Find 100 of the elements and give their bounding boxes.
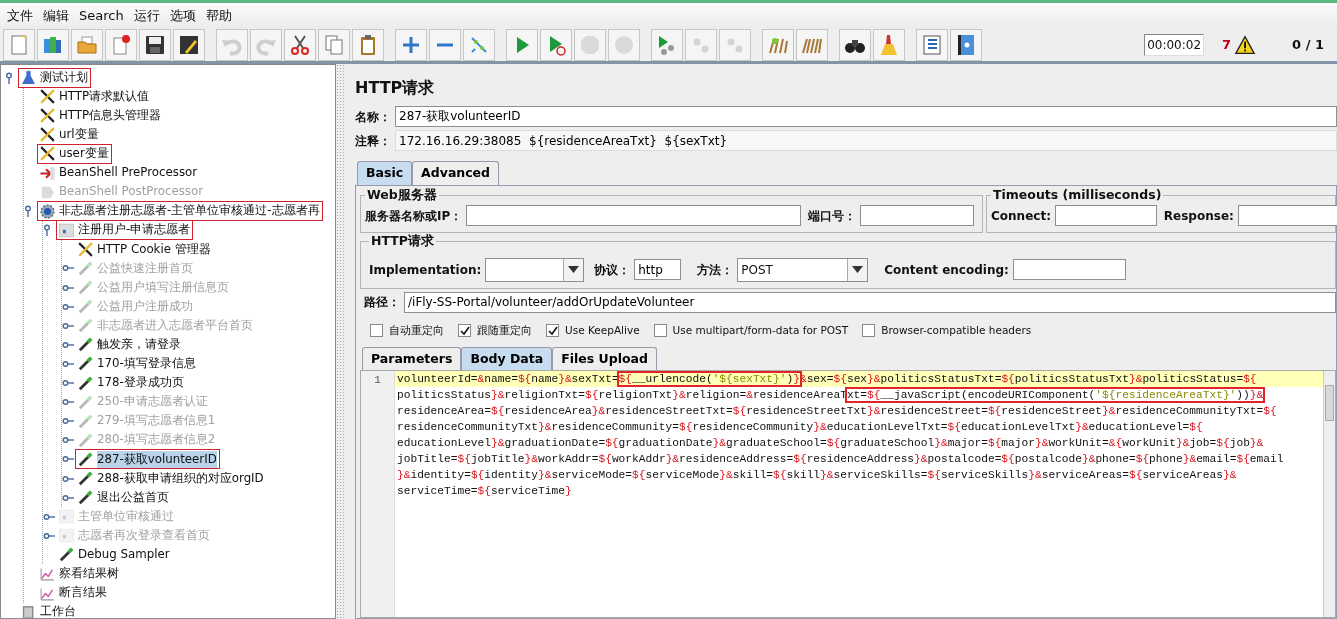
expand-all-button[interactable] (395, 28, 427, 61)
pipette-icon (58, 546, 75, 564)
tab[interactable]: Body Data (461, 346, 553, 371)
scrollbar[interactable] (1323, 371, 1335, 617)
checkmark-icon (547, 325, 558, 336)
tree-item[interactable]: 170-填写登录信息 (76, 354, 198, 373)
server-name-field[interactable] (466, 205, 802, 227)
tree-item[interactable]: 察看结果树 (38, 565, 121, 583)
wrench-screwdriver-icon (39, 145, 56, 163)
protocol-field[interactable]: http (634, 259, 682, 281)
tree-item[interactable]: Debug Sampler (57, 545, 172, 564)
wrench-screwdriver-icon (39, 88, 56, 106)
tree-item[interactable]: 非志愿者注册志愿者-主管单位审核通过-志愿者再 (38, 202, 322, 221)
pipette-icon (77, 336, 94, 354)
response-timeout-field[interactable] (1237, 205, 1337, 227)
save-button[interactable] (139, 28, 171, 61)
content-encoding-field[interactable] (1012, 259, 1126, 281)
menu-item[interactable]: 编辑 (38, 5, 74, 26)
code-line: residenceArea=${residenceArea}&residenceStreetTxt=${residenceStreetTxt}&residenceStreet=${residenceStreet}&residenceCommunityTxt=${ (396, 404, 1278, 420)
pipette-icon (77, 279, 94, 297)
wrench-screwdriver-icon (39, 107, 56, 125)
checkbox[interactable]: Use multipart/form-data for POST (653, 322, 849, 339)
implementation-dropdown[interactable] (485, 257, 585, 282)
tab[interactable]: Parameters (362, 346, 462, 371)
panel-title: HTTP请求 (355, 77, 436, 99)
tree-item[interactable]: 触发亲，请登录 (76, 335, 183, 354)
field-label: Response: (1163, 207, 1234, 225)
tree-item[interactable]: url变量 (38, 125, 101, 144)
copy-pages-icon (322, 32, 346, 57)
menu-item[interactable]: 文件 (2, 5, 38, 26)
arrow-icon (39, 164, 56, 182)
splitter-handle[interactable] (336, 64, 345, 619)
tree-item[interactable]: user变量 (38, 144, 111, 163)
paste-button[interactable] (352, 28, 384, 61)
pipette-icon (77, 260, 94, 277)
section-title: Web服务器 (366, 188, 438, 202)
comment-field[interactable]: 172.16.16.29:38085 ${residenceAreaTxt} ${sexTxt} (395, 130, 1337, 151)
section-title: HTTP请求 (370, 235, 435, 248)
clear-all-button[interactable] (796, 28, 828, 61)
tree-item[interactable]: BeanShell PreProcessor (38, 164, 200, 182)
tree-item[interactable]: 断言结果 (38, 584, 109, 603)
path-field[interactable]: /iFly-SS-Portal/volunteer/addOrUpdateVolunteer (404, 291, 1336, 313)
tree-item[interactable]: HTTP信息头管理器 (38, 106, 164, 125)
save-as-button[interactable] (173, 28, 205, 61)
pipette-icon (77, 393, 94, 411)
caret-icon (852, 266, 864, 274)
menu-item[interactable]: 选项 (164, 5, 201, 26)
tab[interactable]: Basic (357, 161, 413, 185)
warning-icon (1234, 34, 1257, 55)
tree-item[interactable]: 测试计划 (19, 68, 90, 87)
templates-button[interactable] (37, 28, 69, 61)
toggle-button[interactable] (463, 28, 495, 61)
pipette-icon (77, 355, 94, 373)
menu-item[interactable]: Search (74, 5, 129, 26)
connect-timeout-field[interactable] (1054, 205, 1157, 227)
pipette-icon (77, 317, 94, 335)
code-line: serviceTime=${serviceTime} (396, 484, 573, 500)
field-label: 路径： (364, 294, 400, 312)
tree-item[interactable]: 288-获取申请组织的对应orgID (76, 469, 266, 488)
method-dropdown[interactable]: POST (737, 257, 869, 282)
port-field[interactable] (860, 205, 975, 227)
tab[interactable]: Files Upload (552, 346, 657, 371)
gear-icon (39, 202, 56, 220)
tree-item[interactable]: 注册用户-申请志愿者 (57, 221, 193, 240)
reset-search-button[interactable] (873, 28, 905, 61)
help-button[interactable] (950, 28, 982, 61)
open-button[interactable] (71, 28, 103, 61)
field-label: 服务器名称或IP： (365, 207, 463, 225)
clear-button[interactable] (762, 28, 794, 61)
wrench-screwdriver-icon (39, 126, 56, 144)
tree-item[interactable]: 退出公益首页 (76, 488, 171, 507)
search-button[interactable] (839, 28, 871, 61)
checkbox[interactable]: 跟随重定向 (458, 322, 532, 339)
section-title: Timeouts (milliseconds) (992, 188, 1163, 202)
tree-item[interactable]: HTTP Cookie 管理器 (76, 240, 213, 259)
start-no-pauses-button[interactable] (540, 28, 572, 61)
error-count: 7 (1222, 35, 1232, 54)
start-button[interactable] (506, 28, 538, 61)
collapse-all-button[interactable] (429, 28, 461, 61)
menu-item[interactable]: 运行 (128, 5, 165, 26)
pipette-icon (77, 489, 94, 507)
cut-button[interactable] (284, 28, 316, 61)
caret-icon (568, 266, 580, 274)
checkbox[interactable]: 自动重定向 (370, 322, 444, 339)
tab[interactable]: Advanced (412, 161, 500, 185)
remote-start-button[interactable] (651, 28, 683, 61)
tree-item[interactable]: 工作台 (19, 603, 78, 618)
close-button[interactable] (105, 28, 137, 61)
checkbox[interactable]: Use KeepAlive (546, 322, 640, 339)
small-box-icon (58, 508, 75, 526)
code-line: }&identity=${identity}&serviceMode=${serviceMode}&skill=${skill}&serviceSkills=${serviceSkills}&serviceAreas=${serviceAreas}& (396, 468, 1238, 484)
field-label: 协议： (594, 261, 631, 279)
function-helper-button[interactable] (916, 28, 948, 61)
pipette-icon (77, 412, 94, 430)
checkbox[interactable]: Browser-compatible headers (862, 322, 1032, 339)
menu-item[interactable]: 帮助 (200, 5, 237, 26)
tree-item[interactable]: HTTP请求默认值 (38, 87, 152, 106)
field-label: 注释： (355, 132, 391, 150)
tree-item[interactable]: 178-登录成功页 (76, 374, 186, 393)
name-field[interactable]: 287-获取volunteerID (395, 106, 1337, 127)
